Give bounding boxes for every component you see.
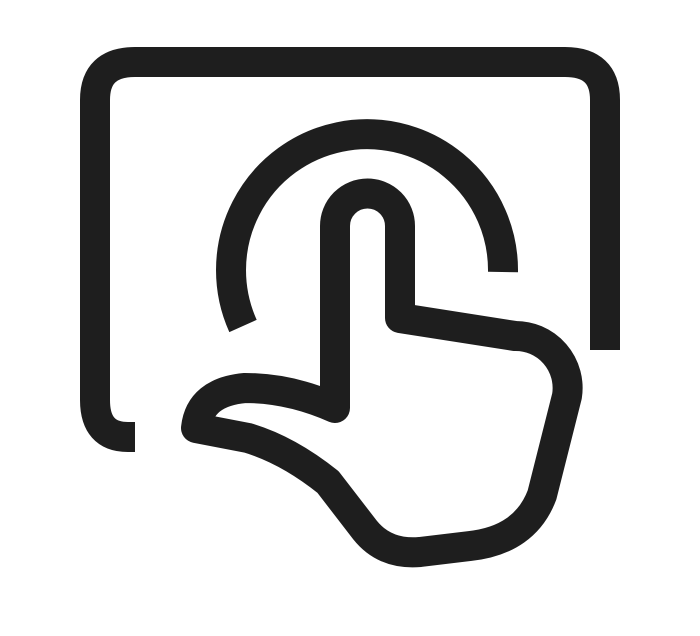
icon-canvas xyxy=(0,0,700,636)
tap-ripple-arc xyxy=(216,119,519,333)
touch-screen-tap-icon xyxy=(80,47,620,568)
